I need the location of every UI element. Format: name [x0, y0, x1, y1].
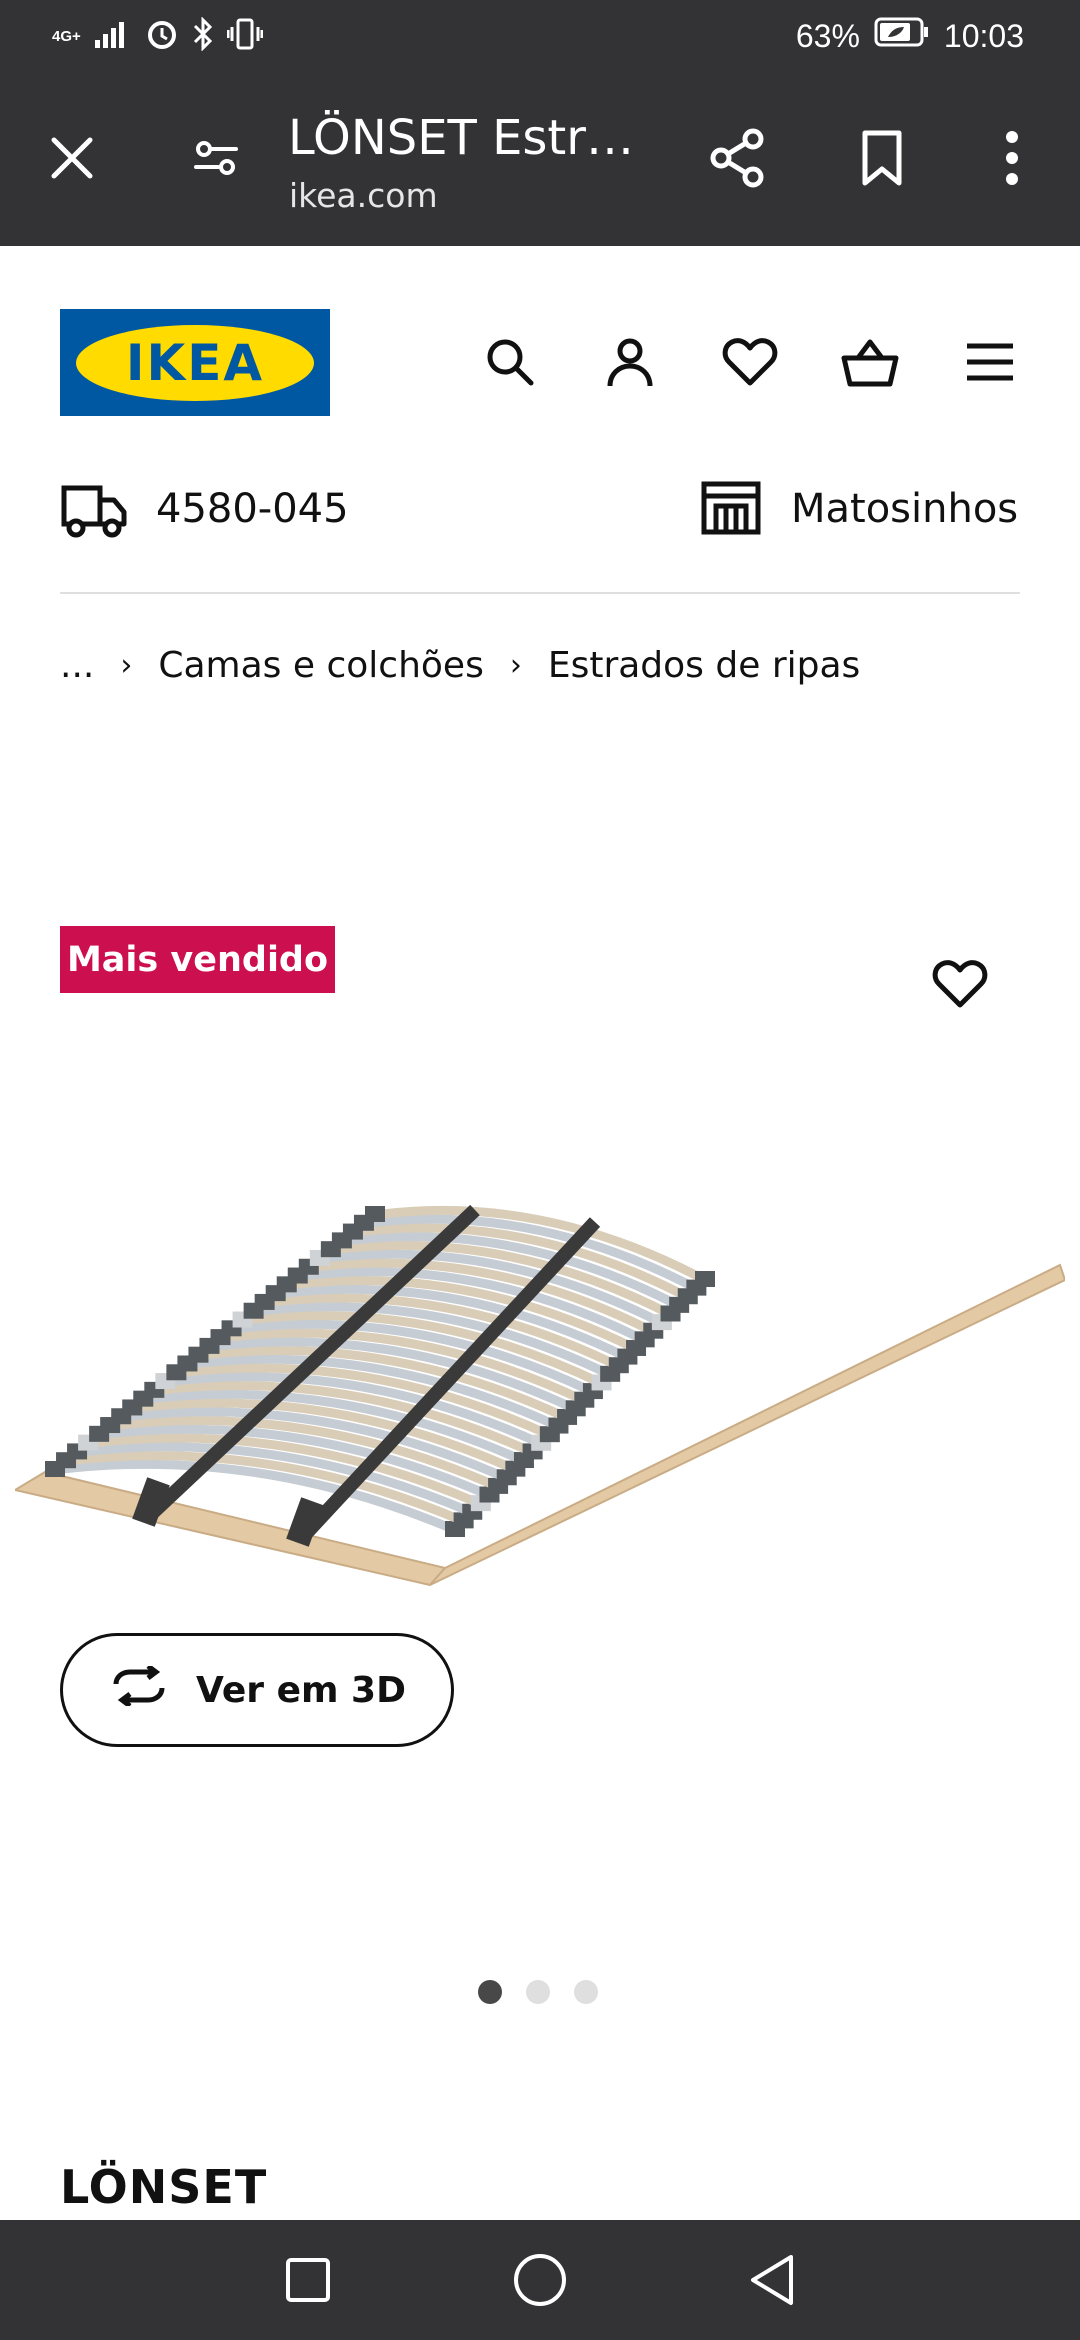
bestseller-badge: Mais vendido	[60, 926, 335, 993]
product-name: LÖNSET	[60, 2160, 268, 2214]
view-in-3d-button[interactable]: Ver em 3D	[60, 1633, 454, 1747]
carousel-dot-1[interactable]	[478, 1980, 502, 2004]
browser-toolbar: LÖNSET Estra… ikea.com	[0, 74, 1080, 246]
wishlist-icon[interactable]	[718, 330, 782, 394]
breadcrumb-ellipsis[interactable]: ...	[60, 645, 94, 686]
search-icon[interactable]	[478, 330, 542, 394]
chevron-right-icon: ›	[120, 647, 133, 683]
carousel-dot-3[interactable]	[574, 1980, 598, 2004]
tab-title[interactable]: LÖNSET Estra…	[288, 110, 648, 166]
store-name[interactable]: Matosinhos	[791, 486, 1018, 532]
breadcrumb-item-camas[interactable]: Camas e colchões	[158, 645, 483, 686]
share-icon[interactable]	[706, 126, 770, 190]
battery-percent: 63%	[795, 17, 860, 54]
vibrate-icon	[226, 17, 264, 56]
close-icon[interactable]	[40, 126, 104, 190]
signal-icon	[93, 18, 133, 55]
site-settings-icon[interactable]	[184, 126, 248, 190]
ikea-logo-text: IKEA	[76, 324, 314, 401]
status-left: 4G+	[52, 15, 264, 56]
alarm-icon	[145, 17, 179, 56]
add-to-wishlist-heart-icon[interactable]	[928, 952, 992, 1016]
store-icon[interactable]	[700, 480, 764, 544]
menu-icon[interactable]	[958, 330, 1022, 394]
back-icon[interactable]	[734, 2242, 810, 2318]
product-image[interactable]	[12, 1190, 1067, 1610]
cart-icon[interactable]	[838, 330, 902, 394]
delivery-truck-icon[interactable]	[60, 480, 134, 544]
more-icon[interactable]	[980, 126, 1044, 190]
bluetooth-icon	[191, 15, 215, 56]
recents-icon[interactable]	[270, 2242, 346, 2318]
image-carousel-dots	[478, 1980, 598, 2004]
postal-code[interactable]: 4580-045	[156, 486, 349, 532]
slat-holder	[695, 1271, 715, 1287]
network-type-label: 4G+	[52, 27, 81, 45]
rotate-3d-icon	[108, 1663, 170, 1715]
chevron-right-icon: ›	[509, 647, 522, 683]
carousel-dot-2[interactable]	[526, 1980, 550, 2004]
view-in-3d-label: Ver em 3D	[196, 1669, 406, 1711]
ikea-logo[interactable]: IKEA	[60, 309, 330, 416]
battery-icon	[874, 17, 930, 55]
home-icon[interactable]	[502, 2242, 578, 2318]
account-icon[interactable]	[598, 330, 662, 394]
status-right: 63% 10:03	[796, 14, 1024, 58]
status-bar: 4G+ 63% 10:03	[0, 0, 1080, 74]
breadcrumb-item-estrados[interactable]: Estrados de ripas	[548, 645, 860, 686]
header-divider	[60, 592, 1020, 594]
breadcrumb: ... › Camas e colchões › Estrados de rip…	[60, 640, 860, 690]
slat-holder	[365, 1206, 385, 1222]
url-text[interactable]: ikea.com	[289, 176, 438, 215]
bookmark-icon[interactable]	[850, 126, 914, 190]
clock-time: 10:03	[943, 17, 1024, 54]
system-navigation-bar	[0, 2220, 1080, 2340]
delivery-location-row: 4580-045 Matosinhos	[60, 480, 1020, 544]
